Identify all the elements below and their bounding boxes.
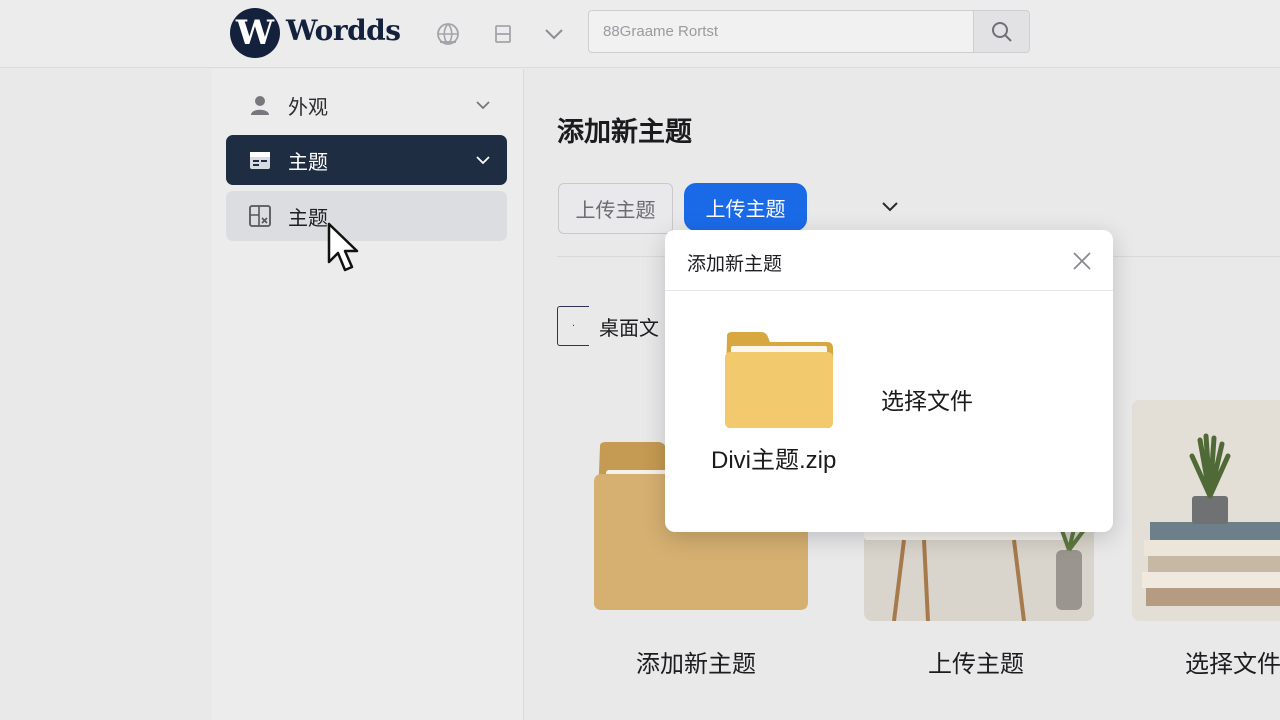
user-icon: [248, 93, 272, 117]
chevron-down-icon[interactable]: [473, 150, 493, 170]
chevron-down-icon[interactable]: [540, 20, 568, 48]
sidebar-item-label: 主题: [288, 205, 328, 230]
logo-icon[interactable]: W: [230, 8, 280, 58]
chevron-down-icon[interactable]: [878, 194, 902, 218]
list-icon[interactable]: [490, 20, 518, 48]
mouse-cursor-icon: [327, 222, 359, 272]
close-icon[interactable]: [1071, 250, 1093, 272]
desktop-folder-row[interactable]: · 桌面文: [557, 306, 659, 346]
chevron-down-icon[interactable]: [473, 95, 493, 115]
desktop-label: 桌面文: [599, 315, 659, 340]
add-theme-dialog: 添加新主题 Divi主题.zip 选择文件: [665, 230, 1113, 532]
file-name[interactable]: Divi主题.zip: [711, 440, 836, 475]
choose-file-button[interactable]: 选择文件: [881, 382, 973, 416]
desktop-chip: ·: [557, 306, 589, 346]
sidebar: 外观 主题 主题: [212, 69, 524, 720]
upload-theme-button[interactable]: 上传主题: [684, 183, 807, 231]
page-title: 添加新主题: [557, 117, 692, 148]
app-name[interactable]: Wordds: [286, 14, 401, 47]
upload-theme-tab[interactable]: 上传主题: [558, 183, 673, 234]
layout-icon: [248, 204, 272, 228]
search-input[interactable]: [588, 10, 974, 53]
calendar-icon: [248, 148, 272, 172]
divider: [665, 290, 1113, 291]
globe-icon[interactable]: [434, 20, 462, 48]
sidebar-item-themes[interactable]: 主题: [226, 135, 507, 185]
sidebar-item-themes-sub[interactable]: 主题: [226, 191, 507, 241]
folder-icon[interactable]: [723, 330, 835, 430]
search-icon: [991, 21, 1012, 42]
sidebar-item-label: 主题: [288, 149, 328, 174]
search-button[interactable]: [973, 10, 1030, 53]
card-label[interactable]: 选择文件: [1185, 644, 1280, 679]
card-label[interactable]: 添加新主题: [636, 644, 756, 679]
dialog-title: 添加新主题: [687, 253, 783, 275]
sidebar-item-label: 外观: [288, 94, 328, 119]
card-label[interactable]: 上传主题: [928, 644, 1024, 679]
sidebar-item-appearance[interactable]: 外观: [226, 80, 507, 130]
books-plant-photo[interactable]: [1132, 400, 1280, 621]
top-bar: W Wordds: [0, 0, 1280, 68]
